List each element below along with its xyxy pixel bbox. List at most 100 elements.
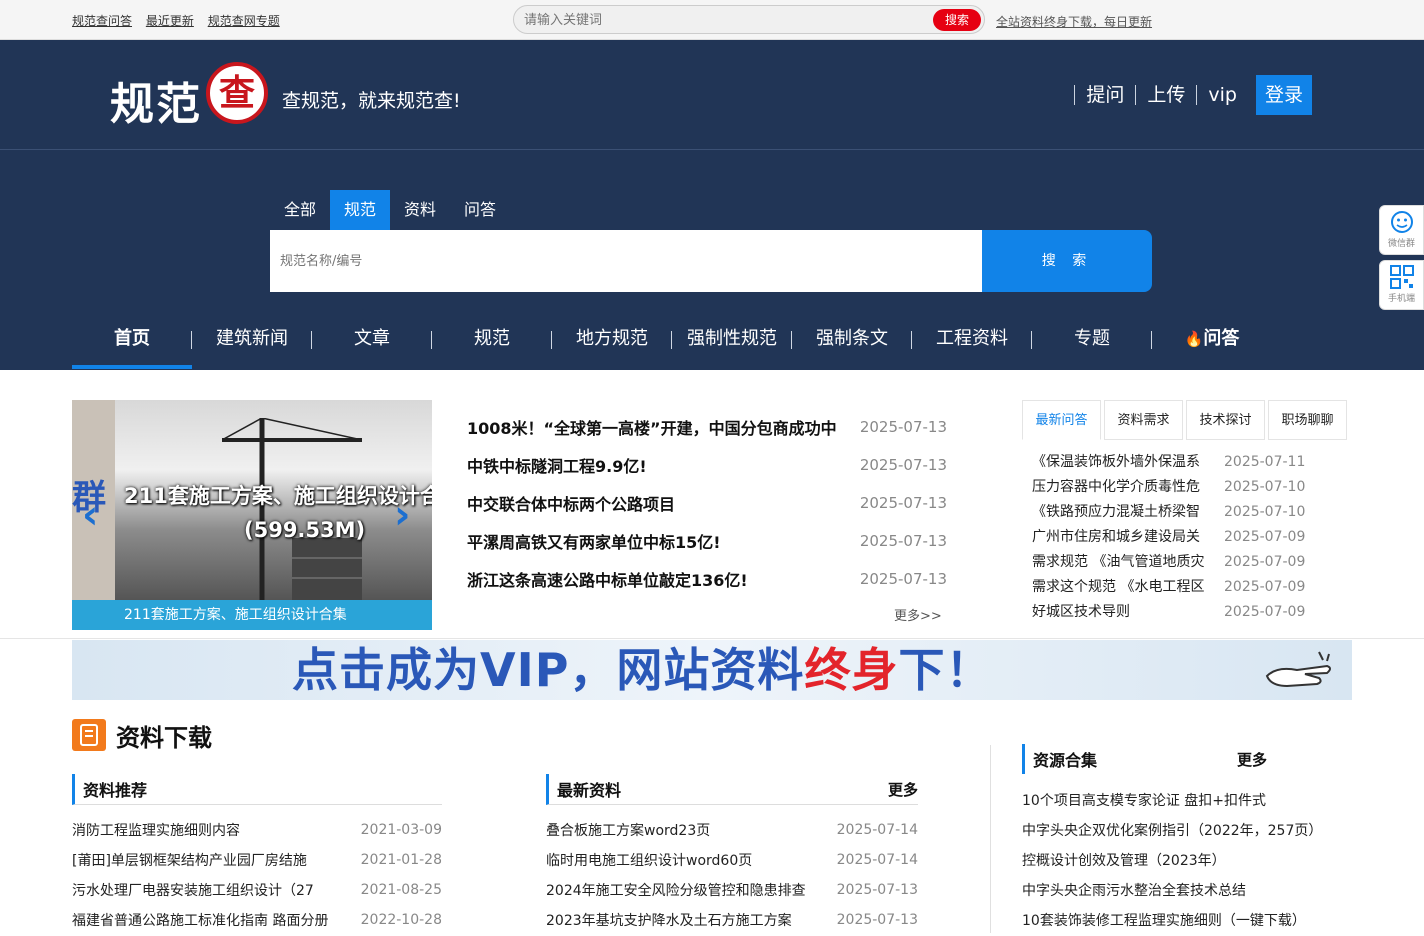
main-nav: 首页 建筑新闻 文章 规范 地方规范 强制性规范 强制条文 工程资料 专题 🔥问…	[72, 318, 1272, 370]
header-upload-link[interactable]: 上传	[1135, 85, 1196, 105]
nav-news[interactable]: 建筑新闻	[192, 318, 312, 370]
list-item[interactable]: 叠合板施工方案word23页 2025-07-14	[546, 815, 918, 845]
item-title: [莆田]单层钢框架结构产业园厂房结施	[72, 853, 307, 869]
recommended-column: 资料推荐 消防工程监理实施细则内容 2021-03-09 [莆田]单层钢框架结构产…	[72, 774, 442, 935]
resources-column: 资源合集 更多 10个项目高支模专家论证 盘扣+扣件式 中字头央企双优化案例指引（…	[1022, 744, 1352, 936]
search-tab-qa[interactable]: 问答	[450, 190, 510, 230]
news-item[interactable]: 中交联合体中标两个公路项目 2025-07-13	[467, 484, 947, 522]
top-link-recent[interactable]: 最近更新	[146, 14, 194, 28]
qa-item[interactable]: 需求这个规范 《水电工程区 2025-07-09	[1032, 575, 1350, 600]
nav-articles[interactable]: 文章	[312, 318, 432, 370]
qa-date: 2025-07-11	[1224, 454, 1306, 470]
item-title: 临时用电施工组织设计word60页	[546, 853, 753, 869]
qa-tab-career[interactable]: 职场聊聊	[1268, 400, 1347, 440]
login-button[interactable]: 登录	[1256, 75, 1312, 115]
news-title: 1008米！“全球第一高楼”开建，中国分包商成功中	[467, 419, 837, 438]
qa-tab-tech[interactable]: 技术探讨	[1186, 400, 1265, 440]
nav-local-standards[interactable]: 地方规范	[552, 318, 672, 370]
list-item[interactable]: 2024年施工安全风险分级管控和隐患排查 2025-07-13	[546, 875, 918, 905]
news-item[interactable]: 中铁中标隧洞工程9.9亿! 2025-07-13	[467, 446, 947, 484]
list-item[interactable]: 消防工程监理实施细则内容 2021-03-09	[72, 815, 442, 845]
latest-list: 叠合板施工方案word23页 2025-07-14 临时用电施工组织设计word6…	[546, 815, 918, 935]
resource-item[interactable]: 10个项目高支模专家论证 盘扣+扣件式	[1022, 786, 1352, 816]
top-search-button[interactable]: 搜索	[933, 9, 981, 31]
nav-engineering-materials[interactable]: 工程资料	[912, 318, 1032, 370]
list-item[interactable]: 2023年基坑支护降水及土石方施工方案 2025-07-13	[546, 905, 918, 935]
chat-bot-icon	[1390, 211, 1413, 233]
list-item[interactable]: 临时用电施工组织设计word60页 2025-07-14	[546, 845, 918, 875]
item-date: 2021-08-25	[360, 882, 442, 898]
qa-date: 2025-07-09	[1224, 529, 1306, 545]
top-link-topics[interactable]: 规范查网专题	[208, 14, 280, 28]
resources-title: 资源合集	[1033, 751, 1098, 770]
nav-qa[interactable]: 🔥问答	[1152, 318, 1272, 370]
slider-size: (599.53M)	[244, 518, 366, 542]
qa-tab-requests[interactable]: 资料需求	[1104, 400, 1183, 440]
mobile-float[interactable]: 手机端	[1379, 260, 1424, 310]
item-date: 2025-07-13	[836, 912, 918, 928]
nav-home[interactable]: 首页	[72, 318, 192, 370]
news-item[interactable]: 1008米！“全球第一高楼”开建，中国分包商成功中 2025-07-13	[467, 408, 947, 446]
main-search-button[interactable]: 搜 索	[982, 230, 1152, 292]
search-tab-all[interactable]: 全部	[270, 190, 330, 230]
qa-date: 2025-07-09	[1224, 554, 1306, 570]
qa-item[interactable]: 需求规范 《油气管道地质灾 2025-07-09	[1032, 550, 1350, 575]
news-item[interactable]: 平漯周高铁又有两家单位中标15亿! 2025-07-13	[467, 522, 947, 560]
wechat-group-float[interactable]: 微信群	[1379, 205, 1424, 255]
nav-topics-label: 专题	[1074, 328, 1110, 349]
qa-item[interactable]: 好城区技术导则 2025-07-09	[1032, 600, 1350, 625]
downloads-heading: 资料下载	[72, 718, 212, 752]
list-item[interactable]: 福建省普通公路施工标准化指南 路面分册 2022-10-28	[72, 905, 442, 935]
header-ask-link[interactable]: 提问	[1074, 85, 1135, 105]
item-title: 福建省普通公路施工标准化指南 路面分册	[72, 913, 329, 929]
recommended-list: 消防工程监理实施细则内容 2021-03-09 [莆田]单层钢框架结构产业园厂房结…	[72, 815, 442, 935]
qa-date: 2025-07-10	[1224, 504, 1306, 520]
news-more-link[interactable]: 更多>>	[894, 605, 942, 624]
main-search: 搜 索	[270, 230, 1152, 292]
resource-item[interactable]: 中字头央企双优化案例指引（2022年，257页）	[1022, 816, 1352, 846]
news-item[interactable]: 浙江这条高速公路中标单位敲定136亿! 2025-07-13	[467, 560, 947, 598]
top-link-qa[interactable]: 规范查问答	[72, 14, 132, 28]
list-item[interactable]: [莆田]单层钢框架结构产业园厂房结施 2021-01-28	[72, 845, 442, 875]
latest-more-link[interactable]: 更多	[888, 779, 918, 800]
qa-question: 《保温装饰板外墙外保温系	[1032, 454, 1200, 470]
qa-tab-latest[interactable]: 最新问答	[1022, 400, 1101, 440]
search-tab-standards[interactable]: 规范	[330, 190, 391, 230]
resource-item[interactable]: 10套装饰装修工程监理实施细则（一键下载）	[1022, 906, 1352, 936]
nav-mandatory-clauses[interactable]: 强制条文	[792, 318, 912, 370]
news-title: 平漯周高铁又有两家单位中标15亿!	[467, 533, 721, 552]
qa-item[interactable]: 《铁路预应力混凝土桥梁智 2025-07-10	[1032, 500, 1350, 525]
nav-standards[interactable]: 规范	[432, 318, 552, 370]
resources-header: 资源合集 更多	[1022, 744, 1352, 774]
news-title: 中铁中标隧洞工程9.9亿!	[467, 457, 647, 476]
slider-prev-arrow[interactable]: ‹	[82, 495, 98, 535]
main-search-input[interactable]	[270, 230, 982, 292]
nav-news-label: 建筑新闻	[216, 328, 288, 349]
resource-item[interactable]: 中字头央企雨污水整治全套技术总结	[1022, 876, 1352, 906]
slider-caption[interactable]: 211套施工方案、施工组织设计合集	[72, 600, 432, 630]
qa-date: 2025-07-09	[1224, 579, 1306, 595]
list-item[interactable]: 污水处理厂电器安装施工组织设计（27 2021-08-25	[72, 875, 442, 905]
top-promo-link[interactable]: 全站资料终身下载，每日更新	[996, 13, 1152, 30]
search-tab-materials[interactable]: 资料	[390, 190, 450, 230]
news-title: 中交联合体中标两个公路项目	[467, 495, 676, 514]
resources-more-link[interactable]: 更多	[1237, 749, 1267, 770]
vip-banner[interactable]: 点击成为VIP，网站资料终身下！	[72, 640, 1352, 700]
fire-icon: 🔥	[1184, 330, 1204, 348]
header-nav: 提问 上传 vip 登录	[1074, 75, 1312, 115]
nav-mandatory-standards[interactable]: 强制性规范	[672, 318, 792, 370]
slider-next-arrow[interactable]: ›	[394, 495, 410, 535]
recommended-header: 资料推荐	[72, 774, 442, 805]
nav-topics[interactable]: 专题	[1032, 318, 1152, 370]
logo-text: 规范	[110, 79, 202, 130]
top-search-input[interactable]	[524, 11, 924, 29]
site-header: 规范 查 查规范，就来规范查! 提问 上传 vip 登录 全部 规范 资料 问答…	[0, 40, 1424, 370]
header-vip-link[interactable]: vip	[1196, 85, 1248, 105]
resource-item[interactable]: 控概设计创效及管理（2023年）	[1022, 846, 1352, 876]
news-date: 2025-07-13	[859, 532, 947, 550]
qa-item[interactable]: 压力容器中化学介质毒性危 2025-07-10	[1032, 475, 1350, 500]
featured-slider[interactable]: 群 211套施工方案、施工组织设计合 (599.53M) ‹ › 211套施工方…	[72, 400, 432, 630]
qa-item[interactable]: 《保温装饰板外墙外保温系 2025-07-11	[1032, 450, 1350, 475]
qa-item[interactable]: 广州市住房和城乡建设局关 2025-07-09	[1032, 525, 1350, 550]
search-tabs: 全部 规范 资料 问答	[270, 190, 510, 230]
